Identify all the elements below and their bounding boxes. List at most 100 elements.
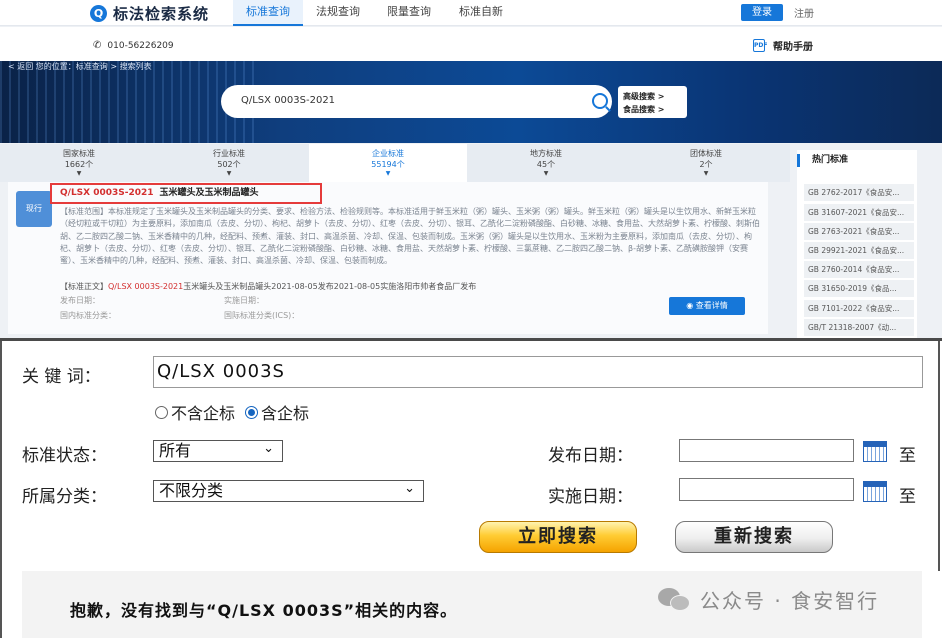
hot-standard-item[interactable]: GB 31650-2019《食品... [804, 280, 914, 297]
watermark-text: 公众号 · 食安智行 [700, 589, 880, 613]
site-title: 标法检索系统 [113, 4, 210, 23]
tab-label: 地方标准 [530, 149, 562, 158]
tab-label: 团体标准 [690, 149, 722, 158]
calendar-icon[interactable] [863, 441, 887, 462]
hot-standards-panel: 热门标准 GB 2762-2017《食品安... GB 31607-2021《食… [797, 150, 917, 340]
search-input-value: Q/LSX 0003S-2021 [241, 95, 336, 106]
tab-label: 行业标准 [213, 149, 245, 158]
result-scope: 【标准范围】本标准规定了玉米罐头及玉米制品罐头的分类、要求、检验方法、检验规则等… [60, 207, 760, 266]
tab-enterprise-standard[interactable]: 企业标准 55194个 ▼ [309, 144, 467, 182]
tab-count: 502个 [217, 160, 241, 169]
reset-search-button[interactable]: 重新搜索 [675, 521, 833, 553]
status-select[interactable]: 所有 ⌄ [153, 440, 283, 462]
view-details-button[interactable]: ◉ 查看详情 [669, 297, 745, 315]
standard-search-input[interactable]: Q/LSX 0003S-2021 [221, 85, 612, 118]
hot-standard-item[interactable]: GB 2763-2021《食品安... [804, 223, 914, 240]
advanced-search-link[interactable]: 高级搜索 > [623, 90, 687, 103]
result-name: 玉米罐头及玉米制品罐头 [159, 188, 259, 198]
status-select-value: 所有 [159, 441, 192, 460]
hot-standards-title: 热门标准 [797, 154, 848, 167]
hot-standard-item[interactable]: GB 2760-2014《食品安... [804, 261, 914, 278]
radio-exclude-enterprise[interactable] [155, 405, 168, 419]
no-result-message: 抱歉，没有找到与“Q/LSX 0003S”相关的内容。 [70, 601, 458, 620]
document-status-icon: 现行 [16, 191, 52, 227]
category-label: 所属分类： [22, 487, 107, 507]
impl-date-label: 实施日期： [224, 296, 264, 305]
caret-down-icon: ▼ [703, 170, 709, 177]
caret-down-icon: ▼ [76, 170, 82, 177]
body-prefix: 【标准正文】 [60, 282, 108, 291]
hot-standard-item[interactable]: GB/T 21318-2007《动... [804, 319, 914, 336]
nav-tab-standard-query[interactable]: 标准查询 [233, 0, 303, 26]
tab-count: 55194个 [371, 160, 405, 169]
hot-standard-item[interactable]: GB 7101-2022《食品安... [804, 300, 914, 317]
help-manual-label: 帮助手册 [773, 42, 813, 53]
impl-date-input[interactable] [679, 478, 854, 501]
nav-tab-limit-query[interactable]: 限量查询 [373, 0, 445, 26]
login-button[interactable]: 登录 [741, 4, 783, 21]
radio-include-enterprise[interactable] [245, 405, 259, 419]
caret-down-icon: ▼ [226, 170, 232, 177]
body-highlight: Q/LSX 0003S-2021 [108, 282, 184, 291]
standard-category-tabs: 国家标准 1662个 ▼ 行业标准 502个 ▼ 企业标准 55194个 ▼ 地… [0, 144, 790, 182]
hot-standard-item[interactable]: GB 2762-2017《食品安... [804, 184, 914, 201]
wechat-watermark: 公众号 · 食安智行 [658, 585, 879, 614]
legacy-search-form: 关 键 词： Q/LSX 0003S 不含企标 含企标 标准状态： 所有 ⌄ 所… [2, 341, 938, 638]
food-search-link[interactable]: 食品搜索 > [623, 103, 687, 116]
tab-local-standard[interactable]: 地方标准 45个 ▼ [467, 144, 625, 182]
info-subbar: ✆ 010-56226209 PDF 帮助手册 [0, 27, 942, 61]
impl-date-label: 实施日期： [548, 487, 633, 507]
nav-tab-standard-update[interactable]: 标准自新 [445, 0, 517, 26]
body-text: 玉米罐头及玉米制品罐头2021-08-05发布2021-08-05实施洛阳市帅者… [183, 282, 477, 291]
ics-label: 国际标准分类(ICS)： [224, 311, 300, 320]
phone-icon: ✆ [93, 40, 102, 51]
tab-count: 1662个 [64, 160, 94, 169]
chevron-down-icon: ⌄ [404, 481, 415, 496]
hot-standard-item[interactable]: GB 29921-2021《食品安... [804, 242, 914, 259]
category-select[interactable]: 不限分类 ⌄ [153, 480, 424, 502]
keyword-input[interactable]: Q/LSX 0003S [153, 356, 923, 388]
logo-search-icon: Q [90, 4, 107, 22]
help-manual-link[interactable]: PDF 帮助手册 [753, 38, 813, 53]
ccs-label: 国内标准分类： [60, 311, 116, 320]
tab-label: 企业标准 [372, 149, 404, 158]
wechat-icon [658, 586, 692, 614]
register-link[interactable]: 注册 [794, 5, 814, 20]
top-navbar: Q 标法检索系统 标准查询 法规查询 限量查询 标准自新 登录 注册 [0, 0, 942, 26]
publish-date-label: 发布日期： [548, 446, 633, 466]
tab-group-standard[interactable]: 团体标准 2个 ▼ [627, 144, 785, 182]
date-range-to: 至 [899, 487, 916, 507]
eye-icon: ◉ [686, 301, 694, 310]
breadcrumb[interactable]: < 返回 您的位置：标准查询 > 搜索列表 [8, 61, 152, 72]
view-details-label: 查看详情 [695, 301, 728, 310]
publish-date-label: 发布日期： [60, 296, 100, 305]
enterprise-standard-radio-group: 不含企标 含企标 [155, 400, 319, 424]
search-banner: < 返回 您的位置：标准查询 > 搜索列表 Q/LSX 0003S-2021 高… [0, 61, 942, 143]
calendar-icon[interactable] [863, 481, 887, 502]
site-logo[interactable]: Q 标法检索系统 [90, 3, 209, 23]
tab-count: 2个 [699, 160, 713, 169]
keyword-label: 关 键 词： [22, 367, 101, 387]
caret-down-icon: ▼ [385, 170, 391, 177]
publish-date-input[interactable] [679, 439, 854, 462]
standard-search-site-panel: Q 标法检索系统 标准查询 法规查询 限量查询 标准自新 登录 注册 ✆ 010… [0, 0, 942, 340]
contact-phone: ✆ 010-56226209 [93, 40, 174, 51]
result-body-line: 【标准正文】Q/LSX 0003S-2021玉米罐头及玉米制品罐头2021-08… [60, 281, 760, 292]
nav-tab-regulation-query[interactable]: 法规查询 [303, 0, 373, 26]
date-range-to: 至 [899, 446, 916, 466]
result-code: Q/LSX 0003S-2021 [60, 188, 154, 198]
result-title-link[interactable]: Q/LSX 0003S-2021 玉米罐头及玉米制品罐头 [50, 183, 322, 204]
radio-include-label: 含企标 [261, 404, 310, 423]
search-icon[interactable] [592, 93, 608, 109]
tab-national-standard[interactable]: 国家标准 1662个 ▼ [0, 144, 158, 182]
phone-number: 010-56226209 [107, 40, 174, 51]
pdf-document-icon: PDF [753, 39, 767, 52]
caret-down-icon: ▼ [543, 170, 549, 177]
radio-exclude-label: 不含企标 [171, 404, 236, 423]
search-options-box: 高级搜索 > 食品搜索 > [618, 86, 687, 118]
search-now-button[interactable]: 立即搜索 [479, 521, 637, 553]
category-select-value: 不限分类 [159, 481, 224, 500]
tab-industry-standard[interactable]: 行业标准 502个 ▼ [150, 144, 308, 182]
hot-standard-item[interactable]: GB 31607-2021《食品安... [804, 204, 914, 221]
search-result-card: 现行 Q/LSX 0003S-2021 玉米罐头及玉米制品罐头 【标准范围】本标准… [8, 182, 768, 334]
